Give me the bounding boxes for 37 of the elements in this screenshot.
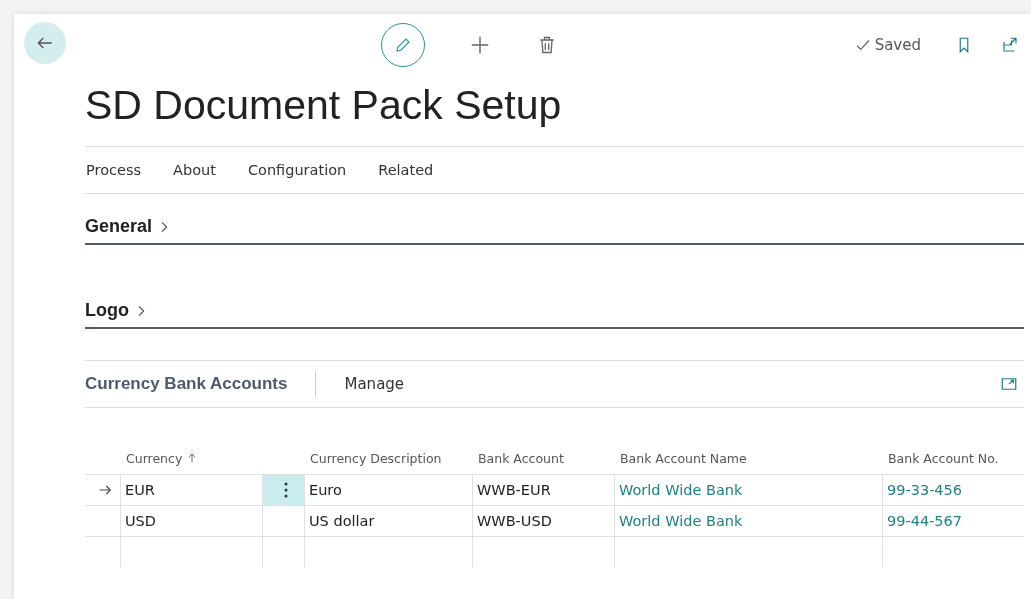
cell-text: USD (125, 513, 156, 529)
section-header[interactable]: General (85, 216, 1024, 245)
more-options-icon (283, 482, 288, 498)
action-menu-item[interactable]: About (173, 162, 216, 178)
table-cell[interactable]: 99-44-567 (882, 505, 1024, 536)
pencil-icon (393, 36, 412, 54)
saved-status: Saved (853, 36, 921, 54)
action-menu-item[interactable]: Related (378, 162, 434, 178)
page-title: SD Document Pack Setup (85, 82, 563, 130)
part-title: Currency Bank Accounts (85, 371, 317, 397)
cell-text: WWB-EUR (477, 482, 551, 498)
bank-link[interactable]: World Wide Bank (619, 482, 743, 498)
bank-link[interactable]: 99-33-456 (887, 482, 963, 498)
table-cell[interactable]: World Wide Bank (614, 505, 882, 536)
column-header[interactable]: Bank Account Name (614, 442, 882, 474)
column-header[interactable]: Currency (120, 442, 262, 474)
action-menu-item[interactable]: Configuration (247, 162, 347, 178)
manage-menu[interactable]: Manage (338, 374, 411, 394)
bank-link[interactable]: 99-44-567 (887, 513, 963, 529)
section-header[interactable]: Logo (85, 300, 1024, 329)
edit-button[interactable] (380, 23, 425, 67)
cell-text: WWB-USD (477, 513, 552, 529)
table-cell[interactable]: World Wide Bank (614, 474, 882, 505)
row-actions-cell[interactable] (262, 505, 304, 536)
column-header[interactable]: Bank Account No. (882, 442, 1024, 474)
table-cell[interactable]: 99-33-456 (882, 474, 1024, 505)
expand-icon (1000, 375, 1018, 393)
bank-link[interactable]: World Wide Bank (619, 513, 743, 529)
action-menu-item[interactable]: Process (86, 162, 141, 178)
cell-text: Euro (309, 482, 342, 498)
row-actions-cell[interactable] (262, 474, 304, 505)
back-button[interactable] (24, 22, 66, 64)
pop-out-icon (1001, 36, 1019, 54)
column-header[interactable]: Currency Description (304, 442, 472, 474)
cell-text: US dollar (309, 513, 375, 529)
column-header[interactable]: Bank Account (472, 442, 614, 474)
cell-text: EUR (125, 482, 155, 498)
